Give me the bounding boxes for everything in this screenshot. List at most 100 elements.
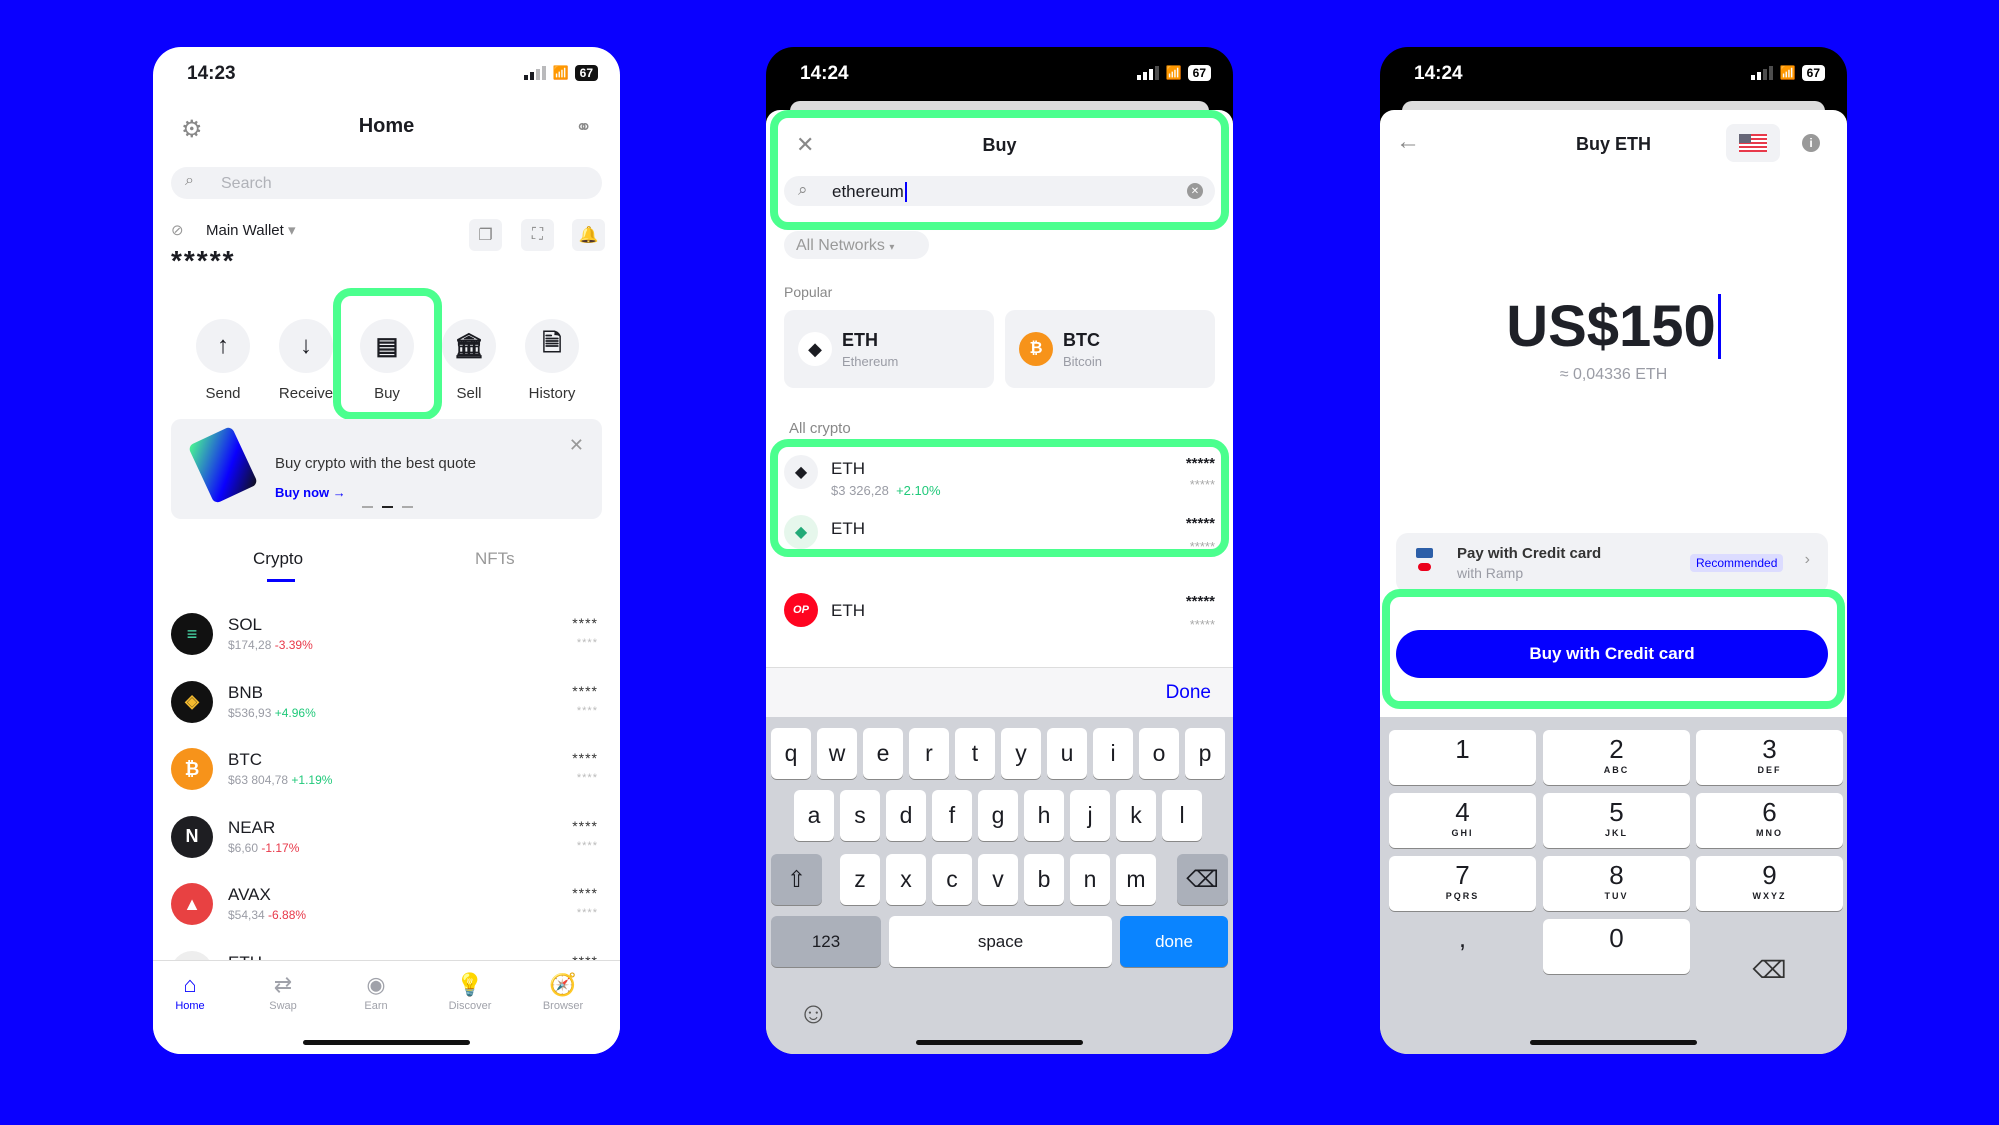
asset-row[interactable]: ₿ BTC $63 804,78 +1.19% **** **** [171,748,602,808]
key-o[interactable]: o [1139,728,1179,779]
currency-selector[interactable] [1726,124,1780,162]
key-c[interactable]: c [932,854,972,905]
asset-row[interactable]: N NEAR $6,60 -1.17% **** **** [171,815,602,876]
numbers-key[interactable]: 123 [771,916,881,967]
keypad-9[interactable]: 9 WXYZ [1696,856,1843,911]
keyboard: ☺ q w e r t y u i o p a s d f g h j k l ⇧ z x c v b n m ⌫ 123 space do… [766,717,1233,1054]
nav-swap[interactable]: ⇄ Swap [243,972,323,1012]
key-n[interactable]: n [1070,854,1110,905]
key-t[interactable]: t [955,728,995,779]
key-x[interactable]: x [886,854,926,905]
result-row[interactable]: ◆ ETH $3 326,28 +2.10% ***** ***** [766,445,1233,515]
key-h[interactable]: h [1024,790,1064,841]
keypad-5[interactable]: 5 JKL [1543,793,1690,848]
key-j[interactable]: j [1070,790,1110,841]
shift-key[interactable]: ⇧ [771,854,822,905]
search-input[interactable]: ⌕ Search [171,167,602,199]
receive-button[interactable]: ↓ Receive [271,319,341,402]
nav-earn[interactable]: ◉ Earn [336,972,416,1012]
key-m[interactable]: m [1116,854,1156,905]
asset-value: **** [576,637,598,649]
key-digit: 4 [1455,797,1470,827]
buy-now-link[interactable]: Buy now → [275,485,346,500]
asset-row[interactable]: ◈ BNB $536,93 +4.96% **** **** [171,680,602,741]
copy-icon[interactable]: ❐ [469,219,502,251]
keypad-2[interactable]: 2 ABC [1543,730,1690,785]
asset-symbol: AVAX [228,885,271,904]
key-digit: 5 [1609,797,1624,827]
asset-row[interactable]: ≡ SOL $174,28 -3.39% **** **** [171,613,602,673]
sell-button[interactable]: 🏛 Sell [434,319,504,402]
keypad-7[interactable]: 7 PQRS [1389,856,1536,911]
key-w[interactable]: w [817,728,857,779]
result-row[interactable]: OP ETH ***** ***** [766,587,1233,659]
page-title: Home [358,115,415,137]
nav-discover[interactable]: 💡 Discover [430,972,510,1012]
recommended-badge: Recommended [1690,554,1784,572]
keypad-8[interactable]: 8 TUV [1543,856,1690,911]
key-p[interactable]: p [1185,728,1225,779]
nav-browser[interactable]: 🧭 Browser [523,972,603,1012]
key-v[interactable]: v [978,854,1018,905]
network-filter[interactable]: All Networks ▾ [784,231,929,259]
key-d[interactable]: d [886,790,926,841]
asset-price: $536,93 [228,705,272,720]
space-key[interactable]: space [889,916,1112,967]
result-symbol: ETH [831,601,865,620]
connect-icon[interactable]: ⚭ [575,115,592,140]
keypad-6[interactable]: 6 MNO [1696,793,1843,848]
asset-change: -3.39% [274,638,313,652]
key-f[interactable]: f [932,790,972,841]
keypad-0[interactable]: 0 [1543,919,1690,974]
asset-row[interactable]: ▲ AVAX $54,34 -6.88% **** **** [171,883,602,943]
buy-with-credit-card-button[interactable]: Buy with Credit card [1396,630,1828,678]
done-button[interactable]: Done [1166,682,1211,704]
key-y[interactable]: y [1001,728,1041,779]
keypad-comma[interactable]: , [1389,919,1536,974]
popular-btc[interactable]: ₿ BTC Bitcoin [1005,310,1215,388]
clear-icon[interactable]: ✕ [1187,183,1203,199]
key-b[interactable]: b [1024,854,1064,905]
key-i[interactable]: i [1093,728,1133,779]
history-button[interactable]: 🗎 History [517,319,587,402]
keypad-1[interactable]: 1 [1389,730,1536,785]
close-icon[interactable]: ✕ [569,435,584,456]
key-a[interactable]: a [794,790,834,841]
wallet-selector[interactable]: Main Wallet ▾ [206,221,296,239]
key-u[interactable]: u [1047,728,1087,779]
buy-button[interactable]: ▤ Buy [352,319,422,402]
keypad-3[interactable]: 3 DEF [1696,730,1843,785]
key-g[interactable]: g [978,790,1018,841]
wallet-balance: ***** [171,245,236,276]
result-row[interactable]: ◆ ETH ***** ***** [766,515,1233,587]
result-change: +2.10% [896,483,941,498]
emoji-icon[interactable]: ☺ [798,997,829,1031]
key-digit: , [1458,923,1467,953]
key-s[interactable]: s [840,790,880,841]
tab-nfts[interactable]: NFTs [475,549,515,569]
btc-icon: ₿ [171,748,213,790]
key-l[interactable]: l [1162,790,1202,841]
nav-home[interactable]: ⌂ Home [153,972,230,1012]
search-input[interactable]: ⌕ ethereum ✕ [784,176,1215,206]
key-k[interactable]: k [1116,790,1156,841]
payment-method[interactable]: Pay with Credit card with Ramp Recommend… [1396,533,1828,593]
send-button[interactable]: ↑ Send [188,319,258,402]
search-value: ethereum [832,182,907,202]
amount-input[interactable]: US$150 [1380,293,1847,360]
promo-banner[interactable]: Buy crypto with the best quote Buy now →… [171,419,602,519]
done-key[interactable]: done [1120,916,1228,967]
key-z[interactable]: z [840,854,880,905]
key-q[interactable]: q [771,728,811,779]
bell-icon[interactable]: 🔔 [572,219,605,251]
popular-eth[interactable]: ◆ ETH Ethereum [784,310,994,388]
hide-balance-icon[interactable]: ⊘ [171,221,184,239]
keypad-4[interactable]: 4 GHI [1389,793,1536,848]
backspace-key[interactable]: ⌫ [1177,854,1228,905]
key-e[interactable]: e [863,728,903,779]
key-r[interactable]: r [909,728,949,779]
info-icon[interactable]: i [1802,134,1820,152]
tab-crypto[interactable]: Crypto [253,549,303,569]
backspace-icon[interactable]: ⌫ [1696,943,1843,998]
scan-icon[interactable]: ⛶ [521,219,554,251]
